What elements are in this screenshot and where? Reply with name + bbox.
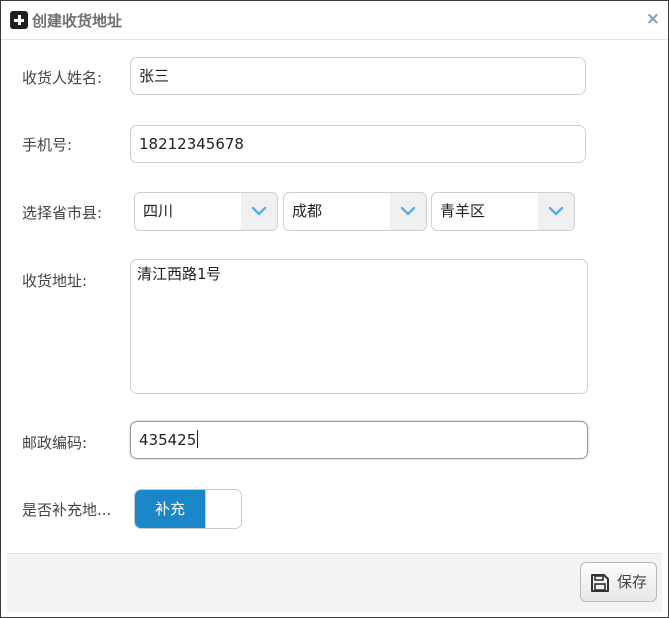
address-label: 收货地址: — [22, 272, 88, 290]
chevron-down-icon[interactable] — [241, 193, 277, 230]
toggle-knob[interactable] — [205, 490, 241, 528]
postcode-value: 435425 — [139, 431, 197, 449]
recipient-name-input[interactable]: 张三 — [130, 57, 586, 95]
recipient-name-label: 收货人姓名: — [22, 69, 103, 87]
save-button[interactable]: 保存 — [580, 562, 657, 602]
toggle-on-label: 补充 — [135, 490, 205, 528]
text-caret — [197, 430, 199, 448]
chevron-down-icon[interactable] — [538, 193, 574, 230]
province-select[interactable]: 四川 — [134, 192, 278, 231]
city-select[interactable]: 成都 — [283, 192, 427, 231]
city-value: 成都 — [292, 202, 323, 220]
dialog-title: 创建收货地址 — [32, 12, 123, 30]
supplement-toggle[interactable]: 补充 — [134, 489, 242, 529]
save-button-label: 保存 — [617, 573, 648, 591]
dialog-titlebar: 创建收货地址 × — [1, 1, 668, 40]
plus-square-icon — [10, 11, 28, 29]
close-icon[interactable]: × — [646, 9, 660, 29]
floppy-disk-icon — [590, 573, 610, 597]
address-textarea[interactable]: 清江西路1号 — [130, 259, 588, 394]
dialog-footer: 保存 — [7, 553, 662, 612]
phone-input[interactable]: 18212345678 — [130, 125, 586, 163]
supplement-label: 是否补充地... — [22, 501, 112, 519]
district-value: 青羊区 — [440, 202, 486, 220]
province-value: 四川 — [143, 202, 174, 220]
district-select[interactable]: 青羊区 — [431, 192, 575, 231]
phone-label: 手机号: — [22, 136, 73, 154]
create-address-dialog: 创建收货地址 × 收货人姓名: 张三 手机号: 18212345678 选择省市… — [0, 0, 669, 618]
postcode-input[interactable]: 435425 — [130, 421, 588, 459]
postcode-label: 邮政编码: — [22, 434, 88, 452]
chevron-down-icon[interactable] — [390, 193, 426, 230]
region-label: 选择省市县: — [22, 204, 103, 222]
